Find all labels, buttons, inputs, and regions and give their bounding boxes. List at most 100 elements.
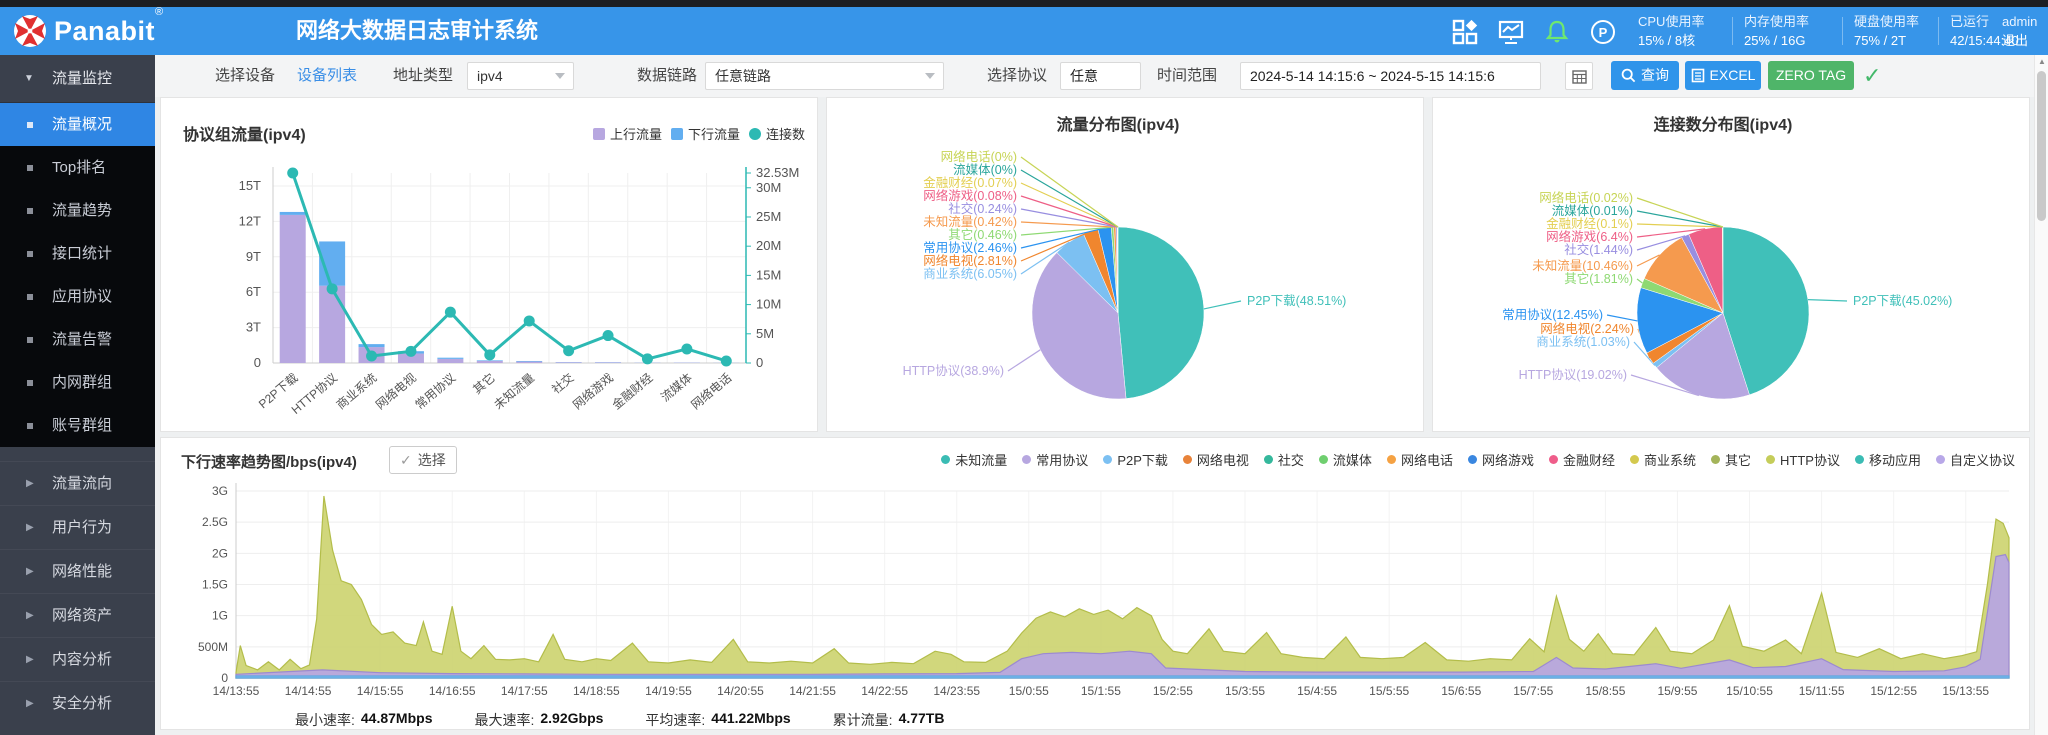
line-point[interactable] [603, 330, 614, 341]
sidebar-group-content-analysis[interactable]: ▶内容分析 [0, 637, 155, 681]
query-button[interactable]: 查询 [1611, 61, 1679, 90]
bar-down[interactable] [359, 344, 385, 347]
x-axis-label: 14/20:55 [717, 684, 764, 698]
svg-text:0: 0 [254, 355, 261, 370]
sidebar-item-account-group[interactable]: 账号群组 [0, 404, 155, 447]
app-header: Panabit® 网络大数据日志审计系统 P CPU使用率15% / 8核 [0, 7, 2048, 55]
pie-label: 流媒体(0.01%) [1552, 204, 1633, 218]
sidebar-group-network-assets[interactable]: ▶网络资产 [0, 593, 155, 637]
line-point[interactable] [563, 345, 574, 356]
bar-up[interactable] [280, 215, 306, 363]
legend-label[interactable]: 下行流量 [688, 127, 740, 142]
pie-label: 商业系统(6.05%) [923, 266, 1017, 281]
legend-marker[interactable] [593, 128, 605, 140]
pie-slice-P2P下载[interactable] [1118, 227, 1204, 399]
x-axis-label: 社交 [549, 370, 577, 397]
line-point[interactable] [445, 307, 456, 318]
legend-marker[interactable] [749, 128, 761, 140]
sidebar-group-user-behavior[interactable]: ▶用户行为 [0, 505, 155, 549]
bar-up[interactable] [437, 359, 463, 363]
brand-name: Panabit [54, 16, 155, 46]
pie-label: 网络电话(0%) [941, 149, 1017, 164]
bar-down[interactable] [477, 360, 503, 361]
bar-up[interactable] [556, 362, 582, 363]
stat-label: 最大速率: [474, 710, 534, 730]
x-axis-label: 14/16:55 [429, 684, 476, 698]
bullet-icon [27, 380, 33, 386]
svg-text:3T: 3T [246, 320, 261, 335]
legend-marker[interactable] [671, 128, 683, 140]
bar-up[interactable] [319, 286, 345, 363]
line-point[interactable] [681, 343, 692, 354]
logout-link[interactable]: 退出 [2002, 31, 2046, 50]
bar-down[interactable] [516, 361, 542, 362]
x-axis-label: 流媒体 [658, 371, 695, 405]
x-axis-label: 15/9:55 [1657, 684, 1697, 698]
line-point[interactable] [327, 283, 338, 294]
zero-tag-button[interactable]: ZERO TAG [1768, 61, 1854, 90]
excel-export-button[interactable]: EXCEL [1685, 61, 1761, 90]
downlink-trend-panel: 下行速率趋势图/bps(ipv4) ✓ 选择 未知流量常用协议P2P下载网络电视… [160, 437, 2030, 730]
line-point[interactable] [721, 355, 732, 366]
pie-label: 其它(0.46%) [948, 227, 1017, 242]
legend-label[interactable]: 连接数 [766, 127, 805, 142]
address-type-select[interactable]: ipv4 [467, 62, 574, 90]
sidebar-group-security-analysis[interactable]: ▶安全分析 [0, 681, 155, 725]
sidebar-group-traffic-flow[interactable]: ▶流量流向 [0, 461, 155, 505]
traffic-distribution-pie-chart[interactable]: 流量分布图(ipv4)P2P下载(48.51%)HTTP协议(38.9%)商业系… [827, 98, 1423, 431]
time-range-input[interactable]: 2024-5-14 14:15:6 ~ 2024-5-15 14:15:6 [1240, 62, 1541, 90]
stat-label: 平均速率: [645, 710, 705, 730]
svg-text:1G: 1G [212, 609, 228, 623]
connection-distribution-pie-chart[interactable]: 连接数分布图(ipv4)P2P下载(45.02%)HTTP协议(19.02%)商… [1433, 98, 2029, 431]
line-point[interactable] [366, 350, 377, 361]
pie-label: 未知流量(10.46%) [1532, 259, 1633, 273]
scrollbar-up-arrow[interactable]: ▲ [2035, 55, 2048, 69]
line-point[interactable] [287, 168, 298, 179]
line-point[interactable] [642, 353, 653, 364]
legend-label[interactable]: 上行流量 [610, 127, 662, 142]
bullet-icon [27, 165, 33, 171]
bar-down[interactable] [437, 358, 463, 359]
vertical-scrollbar[interactable]: ▲ [2034, 55, 2048, 735]
data-link-select[interactable]: 任意链路 [705, 62, 944, 90]
x-axis-label: 15/12:55 [1870, 684, 1917, 698]
bar-down[interactable] [280, 212, 306, 215]
calendar-picker-button[interactable] [1565, 62, 1593, 90]
line-point[interactable] [524, 315, 535, 326]
sidebar-item-traffic-alert[interactable]: 流量告警 [0, 318, 155, 361]
sidebar-item-intranet-group[interactable]: 内网群组 [0, 361, 155, 404]
svg-text:500M: 500M [198, 640, 228, 654]
dashboard-board-icon[interactable] [1498, 19, 1524, 45]
sidebar-item-app-protocol[interactable]: 应用协议 [0, 275, 155, 318]
sidebar-group-traffic-monitor[interactable]: ▼ 流量监控 [0, 55, 155, 103]
x-axis-label: 15/3:55 [1225, 684, 1265, 698]
username: admin [2002, 12, 2046, 31]
time-range-label: 时间范围 [1157, 55, 1217, 97]
notification-bell-icon[interactable] [1544, 19, 1570, 45]
sidebar-item-interface-stats[interactable]: 接口统计 [0, 232, 155, 275]
brand-logo: Panabit® [12, 13, 163, 49]
sidebar-group-network-performance[interactable]: ▶网络性能 [0, 549, 155, 593]
protocol-input[interactable]: 任意 [1060, 62, 1141, 90]
bar-up[interactable] [595, 362, 621, 363]
line-point[interactable] [484, 349, 495, 360]
x-axis-label: 14/21:55 [789, 684, 836, 698]
device-list-link[interactable]: 设备列表 [297, 55, 357, 97]
line-point[interactable] [405, 346, 416, 357]
protocol-traffic-chart[interactable]: 协议组流量(ipv4)上行流量下行流量连接数03T6T9T12T15T05M10… [161, 98, 817, 431]
downlink-trend-chart[interactable]: 0500M1G1.5G2G2.5G3G14/13:5514/14:5514/15… [161, 438, 2029, 729]
zero-tag-check-icon[interactable]: ✓ [1863, 63, 1881, 89]
memory-usage-stat: 内存使用率25% / 16G [1744, 12, 1836, 50]
apps-grid-icon[interactable] [1452, 19, 1478, 45]
x-axis-label: 15/10:55 [1726, 684, 1773, 698]
bar-up[interactable] [516, 362, 542, 363]
bullet-icon [27, 423, 33, 429]
svg-text:2.5G: 2.5G [202, 515, 228, 529]
profile-p-icon[interactable]: P [1590, 19, 1616, 45]
scrollbar-thumb[interactable] [2037, 71, 2046, 221]
bar-up[interactable] [477, 361, 503, 363]
sidebar-item-traffic-overview[interactable]: 流量概况 [0, 103, 155, 146]
sidebar-item-traffic-trend[interactable]: 流量趋势 [0, 189, 155, 232]
x-axis-label: 14/19:55 [645, 684, 692, 698]
sidebar-item-top-ranking[interactable]: Top排名 [0, 146, 155, 189]
